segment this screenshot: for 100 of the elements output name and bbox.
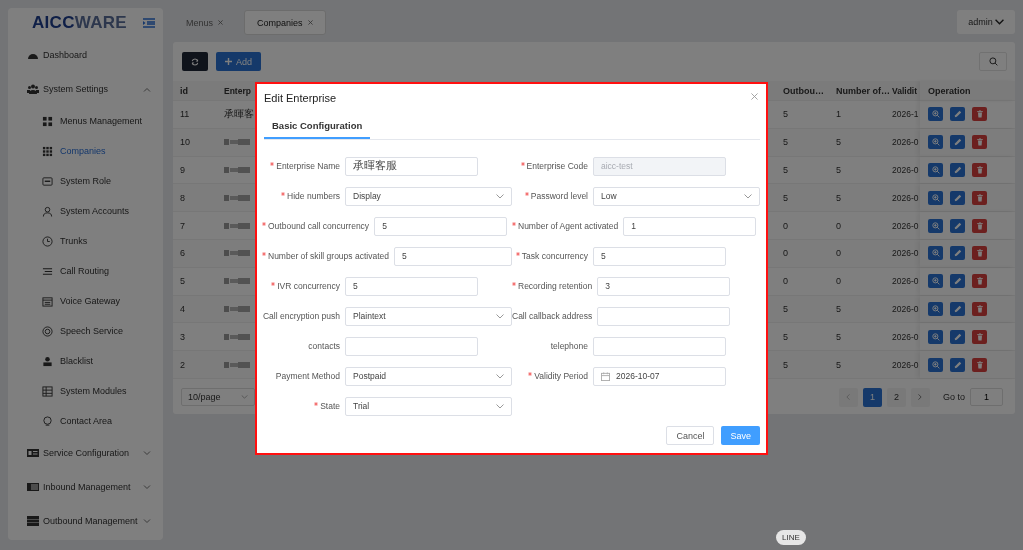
menu-item[interactable]: System Accounts <box>8 196 163 226</box>
menu-item[interactable]: Blacklist <box>8 346 163 376</box>
refresh-button[interactable] <box>182 52 208 71</box>
edit-button[interactable] <box>950 246 965 261</box>
goto-label: Go to <box>943 392 965 403</box>
field-label: IVR concurrency <box>277 281 340 291</box>
menu-item[interactable]: System Role <box>8 166 163 196</box>
table-cell-text: 5 <box>835 137 842 148</box>
view-button[interactable] <box>928 218 943 233</box>
table-icon <box>42 385 53 397</box>
delete-button[interactable] <box>972 190 987 205</box>
input-field[interactable]: 5 <box>345 276 478 296</box>
delete-button[interactable] <box>972 329 987 344</box>
delete-button[interactable] <box>972 274 987 289</box>
input-field[interactable]: 1 <box>623 216 757 236</box>
edit-button[interactable] <box>950 218 965 233</box>
delete-button[interactable] <box>972 246 987 261</box>
user-menu[interactable]: admin <box>957 10 1015 34</box>
view-button[interactable] <box>928 246 943 261</box>
delete-button[interactable] <box>972 163 987 177</box>
dialog-tab[interactable]: Basic Configuration <box>264 116 371 139</box>
menu-item[interactable]: Inbound Management <box>8 470 163 504</box>
menu-icon[interactable] <box>143 18 155 28</box>
edit-button[interactable] <box>950 301 965 316</box>
page-button[interactable]: 2 <box>887 387 906 407</box>
page-input[interactable]: 1 <box>970 388 1003 407</box>
close-icon[interactable] <box>307 20 313 25</box>
select-field[interactable]: Trial <box>345 396 512 416</box>
select-field[interactable]: Plaintext <box>345 306 512 326</box>
input-field[interactable] <box>593 336 726 356</box>
edit-button[interactable] <box>950 329 965 344</box>
edit-button[interactable] <box>950 135 965 150</box>
delete-button[interactable] <box>972 301 987 316</box>
menu-item[interactable]: System Settings <box>8 72 163 106</box>
close-icon[interactable] <box>751 93 758 100</box>
zoom-in-icon <box>931 166 940 174</box>
table-cell-text: 10 <box>179 137 191 148</box>
edit-button[interactable] <box>950 190 965 205</box>
table-cell-text: 11 <box>179 109 191 120</box>
input-field[interactable]: 承暉客服 <box>345 156 478 176</box>
select-field[interactable]: Low <box>593 186 760 206</box>
zoom-in-icon <box>931 360 940 369</box>
edit-button[interactable] <box>950 274 965 289</box>
view-button[interactable] <box>928 135 943 150</box>
page-tab[interactable]: Companies <box>244 10 326 35</box>
delete-button[interactable] <box>972 357 987 372</box>
page-tab[interactable]: Menus <box>173 10 236 35</box>
select-field[interactable]: Postpaid <box>345 366 512 386</box>
page-button[interactable]: 1 <box>863 387 882 407</box>
trash-icon <box>975 249 984 258</box>
menu-item[interactable]: Dashboard <box>8 38 163 72</box>
menu-item[interactable]: Contact Area <box>8 406 163 436</box>
menu-item[interactable]: Trunks <box>8 226 163 256</box>
menu-item[interactable]: Call Routing <box>8 256 163 286</box>
view-button[interactable] <box>928 274 943 289</box>
view-button[interactable] <box>928 190 943 205</box>
list-icon <box>42 265 53 277</box>
edit-button[interactable] <box>950 163 965 177</box>
calendar-icon <box>42 295 53 307</box>
pencil-icon <box>953 138 962 147</box>
delete-button[interactable] <box>972 107 987 122</box>
pencil-icon <box>953 110 962 119</box>
menu-item[interactable]: Menus Management <box>8 106 163 136</box>
view-button[interactable] <box>928 301 943 316</box>
pencil-icon <box>953 332 962 341</box>
add-button[interactable]: Add <box>216 52 261 71</box>
save-button[interactable]: Save <box>721 426 760 445</box>
view-button[interactable] <box>928 107 943 122</box>
delete-button[interactable] <box>972 218 987 233</box>
edit-button[interactable] <box>950 357 965 372</box>
pencil-icon <box>953 193 962 202</box>
table-cell: 2026-0 <box>892 331 920 342</box>
input-field[interactable]: 5 <box>393 246 512 266</box>
view-button[interactable] <box>928 357 943 372</box>
menu-item[interactable]: Outbound Management <box>8 504 163 538</box>
menu-item[interactable]: Speech Service <box>8 316 163 346</box>
menu-item[interactable]: Service Configuration <box>8 436 163 470</box>
edit-button[interactable] <box>950 107 965 122</box>
view-button[interactable] <box>928 329 943 344</box>
delete-button[interactable] <box>972 135 987 150</box>
column-header: Enterp <box>223 86 252 96</box>
menu-item[interactable]: System Modules <box>8 376 163 406</box>
date-field[interactable]: 2026-10-07 <box>593 366 726 386</box>
input-field[interactable] <box>345 336 478 356</box>
view-button[interactable] <box>928 163 943 177</box>
page-size-select[interactable]: 10/page <box>181 388 255 407</box>
input-field[interactable]: 3 <box>597 276 731 296</box>
select-field[interactable]: Display <box>345 186 512 206</box>
menu-item[interactable]: Voice Gateway <box>8 286 163 316</box>
cancel-button[interactable]: Cancel <box>666 426 715 445</box>
refresh-icon <box>191 57 199 66</box>
input-field[interactable] <box>597 306 731 326</box>
input-field[interactable]: 5 <box>593 246 726 266</box>
trash-icon <box>975 332 984 341</box>
menu-item[interactable]: Companies <box>8 136 163 166</box>
input-field[interactable]: 5 <box>374 216 508 236</box>
table-cell: 2026-0 <box>892 303 920 314</box>
trash-icon <box>975 110 984 119</box>
search-button[interactable] <box>979 52 1007 71</box>
close-icon[interactable] <box>218 20 223 25</box>
